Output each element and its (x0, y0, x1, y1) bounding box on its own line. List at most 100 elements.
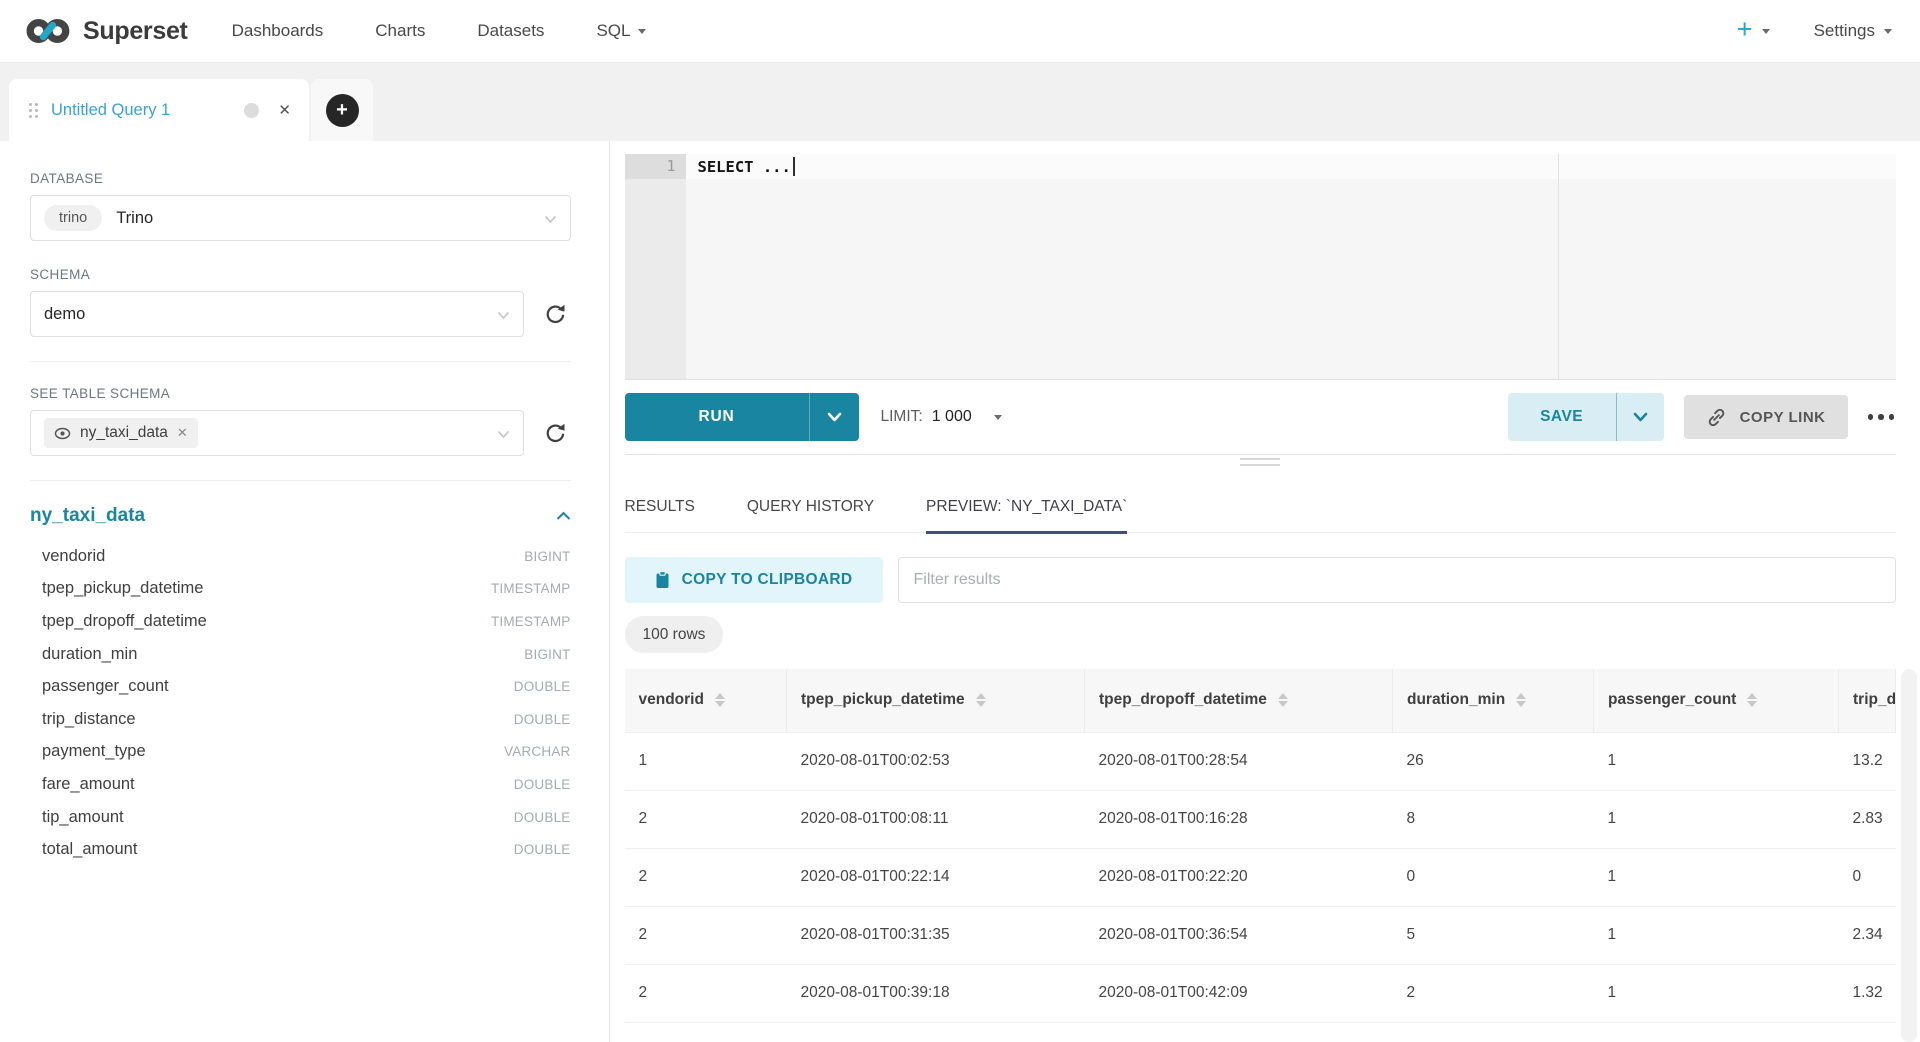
run-split-button[interactable]: RUN (625, 393, 859, 441)
column-type: DOUBLE (514, 842, 571, 857)
column-header-label: duration_min (1407, 691, 1505, 709)
save-options-button[interactable] (1616, 393, 1664, 441)
preview-table-header: vendorid tpep_pickup_datetime tpep_dropoff… (625, 669, 1896, 732)
results-tab-preview-ny-taxi-data[interactable]: PREVIEW: `NY_TAXI_DATA` (926, 498, 1127, 534)
limit-label: LIMIT: (881, 408, 923, 426)
column-header-vendorid[interactable]: vendorid (625, 669, 787, 732)
row-count-badge: 100 rows (625, 616, 724, 653)
table-cell: 1 (1594, 906, 1839, 964)
run-options-button[interactable] (809, 393, 859, 441)
database-name: Trino (116, 209, 153, 228)
table-select[interactable]: ny_taxi_data ✕ (30, 410, 524, 456)
schema-column-row: tpep_dropoff_datetimeTIMESTAMP (30, 605, 571, 638)
divider (30, 480, 571, 481)
settings-menu[interactable]: Settings (1814, 21, 1892, 41)
sort-icon[interactable] (1747, 693, 1757, 707)
results-scrollbar[interactable] (1901, 669, 1917, 1042)
table-cell: 2020-08-01T00:28:54 (1085, 732, 1393, 790)
nav-item-label: Datasets (477, 21, 544, 41)
nav-item-sql[interactable]: SQL (596, 21, 646, 41)
schema-value: demo (44, 305, 85, 324)
settings-label: Settings (1814, 21, 1875, 41)
table-cell: 2 (625, 790, 787, 848)
copy-to-clipboard-button[interactable]: COPY TO CLIPBOARD (625, 557, 883, 603)
column-header-tpep_dropoff_datetime[interactable]: tpep_dropoff_datetime (1085, 669, 1393, 732)
sort-icon[interactable] (1516, 693, 1526, 707)
remove-table-icon[interactable]: ✕ (177, 425, 188, 441)
schema-select[interactable]: demo (30, 291, 524, 337)
copy-to-clipboard-label: COPY TO CLIPBOARD (682, 571, 853, 589)
column-header-trip_distance[interactable]: trip_distance (1839, 669, 1896, 732)
table-cell: 2020-08-01T00:02:53 (787, 732, 1085, 790)
column-header-tpep_pickup_datetime[interactable]: tpep_pickup_datetime (787, 669, 1085, 732)
sort-icon[interactable] (976, 693, 986, 707)
column-name: trip_distance (42, 710, 136, 729)
editor-gutter: 1 (625, 154, 686, 379)
table-row: 12020-08-01T00:02:532020-08-01T00:28:542… (625, 732, 1896, 790)
column-header-label: vendorid (639, 691, 704, 709)
column-header-duration_min[interactable]: duration_min (1393, 669, 1594, 732)
chevron-up-icon[interactable] (556, 511, 571, 521)
database-select[interactable]: trino Trino (30, 195, 571, 241)
navbar-right: + Settings (1737, 19, 1892, 43)
save-button[interactable]: SAVE (1508, 393, 1616, 441)
sort-icon[interactable] (1278, 693, 1288, 707)
column-name: total_amount (42, 840, 137, 859)
superset-brand[interactable]: Superset (26, 15, 188, 47)
table-cell: 2 (625, 848, 787, 906)
results-tab-query-history[interactable]: QUERY HISTORY (747, 498, 874, 534)
column-header-passenger_count[interactable]: passenger_count (1594, 669, 1839, 732)
preview-table: vendorid tpep_pickup_datetime tpep_dropoff… (625, 669, 1897, 1023)
new-item-menu[interactable]: + (1737, 19, 1770, 43)
table-cell: 1.32 (1839, 964, 1896, 1022)
results-tab-results[interactable]: RESULTS (625, 498, 695, 534)
column-name: passenger_count (42, 677, 169, 696)
superset-logo-icon (26, 15, 72, 47)
table-row: 22020-08-01T00:22:142020-08-01T00:22:200… (625, 848, 1896, 906)
text-cursor (793, 157, 795, 176)
filter-results-input[interactable] (898, 557, 1897, 603)
column-type: DOUBLE (514, 679, 571, 694)
nav-item-charts[interactable]: Charts (375, 21, 425, 41)
limit-value: 1 000 (932, 408, 972, 426)
column-name: fare_amount (42, 775, 135, 794)
add-tab-button[interactable]: + (326, 94, 359, 127)
divider (30, 361, 571, 362)
refresh-schemas-button[interactable] (541, 299, 571, 329)
column-type: BIGINT (524, 647, 570, 662)
pane-resize-handle[interactable] (1240, 458, 1280, 470)
nav-item-dashboards[interactable]: Dashboards (232, 21, 324, 41)
column-type: TIMESTAMP (491, 581, 571, 596)
query-tab-active[interactable]: Untitled Query 1 ✕ (9, 79, 309, 141)
table-cell: 2020-08-01T00:39:18 (787, 964, 1085, 1022)
table-row: 22020-08-01T00:08:112020-08-01T00:16:288… (625, 790, 1896, 848)
schema-column-row: tpep_pickup_datetime TIMESTAMP (30, 573, 571, 606)
chevron-down-icon (638, 29, 646, 34)
table-columns-list: vendoridBIGINT tpep_pickup_datetime TIMEST… (30, 540, 571, 866)
run-button[interactable]: RUN (625, 393, 809, 441)
table-cell: 2 (625, 906, 787, 964)
close-tab-icon[interactable]: ✕ (278, 101, 291, 119)
schema-column-row: vendoridBIGINT (30, 540, 571, 573)
schema-column-row: payment_typeVARCHAR (30, 736, 571, 769)
query-tab-label[interactable]: Untitled Query 1 (51, 101, 231, 120)
nav-item-datasets[interactable]: Datasets (477, 21, 544, 41)
table-title[interactable]: ny_taxi_data (30, 505, 145, 527)
refresh-icon (543, 302, 568, 327)
save-split-button[interactable]: SAVE (1508, 393, 1664, 441)
column-name: tpep_pickup_datetime (42, 579, 203, 598)
column-header-label: passenger_count (1608, 691, 1736, 709)
copy-link-button[interactable]: COPY LINK (1684, 395, 1848, 439)
more-options-icon[interactable] (1866, 408, 1897, 426)
editor-active-line[interactable]: SELECT ... (686, 154, 1897, 179)
sql-editor[interactable]: 1 SELECT ... (625, 154, 1897, 380)
sort-icon[interactable] (715, 693, 725, 707)
refresh-tables-button[interactable] (541, 418, 571, 448)
schema-column-row: trip_distanceDOUBLE (30, 703, 571, 736)
table-cell: 0 (1393, 848, 1594, 906)
limit-dropdown[interactable]: LIMIT: 1 000 (881, 408, 1002, 426)
column-name: duration_min (42, 645, 137, 664)
chevron-down-icon (1762, 29, 1770, 34)
column-header-label: tpep_pickup_datetime (801, 691, 965, 709)
drag-grip-icon[interactable] (29, 103, 38, 118)
